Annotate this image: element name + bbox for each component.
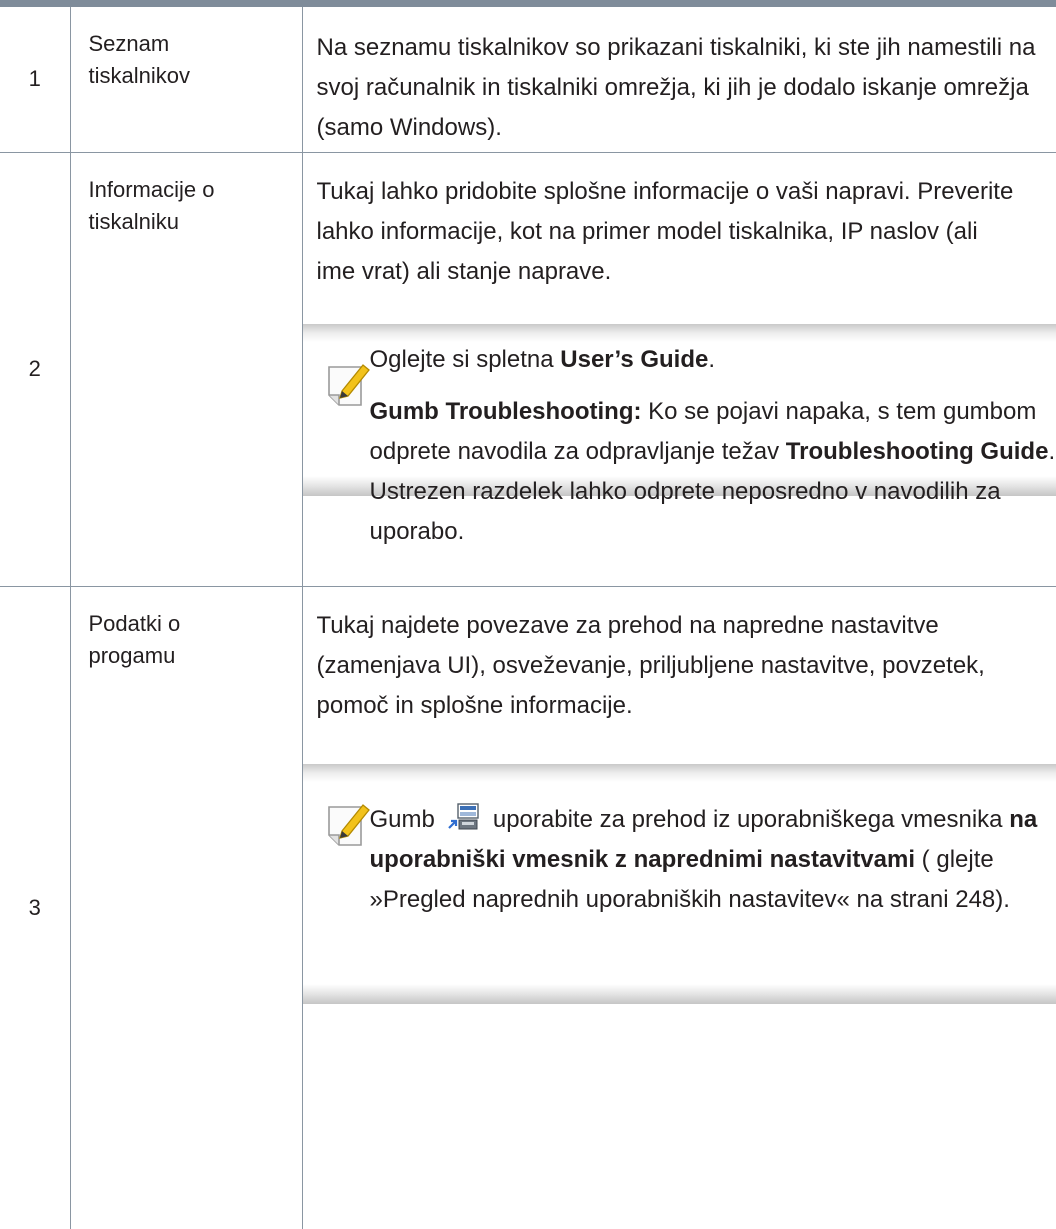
row-description: Tukaj lahko pridobite splošne informacij… (301, 152, 1056, 587)
table-row: 3 Podatki o progamu Tukaj najdete povezav… (0, 586, 1056, 1229)
note-box: Gumb uporabite za prehod iz uporabniškeg… (302, 763, 1056, 1004)
note-box: Oglejte si spletna User’s Guide. Gumb Tr… (302, 323, 1056, 545)
note-pencil-icon (327, 803, 370, 846)
row-name: Seznam tiskalnikov (69, 7, 302, 153)
row-number: 1 (0, 7, 70, 153)
row-description: Na seznamu tiskalnikov so prikazani tisk… (301, 7, 1056, 153)
row-number: 3 (28, 894, 41, 920)
top-rule (0, 0, 1056, 7)
row-name: Podatki o progamu (69, 586, 302, 1229)
program-info-table: 1 Seznam tiskalnikov Na seznamu tiskalnik… (0, 7, 1056, 1229)
advanced-mode-switch-icon (448, 802, 479, 829)
row-name: Informacije o tiskalniku (69, 152, 302, 587)
row-number: 2 (0, 152, 70, 587)
table-row: 1 Seznam tiskalnikov Na seznamu tiskalnik… (0, 7, 1056, 153)
note-pencil-icon (327, 363, 370, 406)
table-row: 2 Informacije o tiskalniku Tukaj lahko pr… (0, 152, 1056, 587)
row-description: Tukaj najdete povezave za prehod na napr… (301, 586, 1056, 1229)
